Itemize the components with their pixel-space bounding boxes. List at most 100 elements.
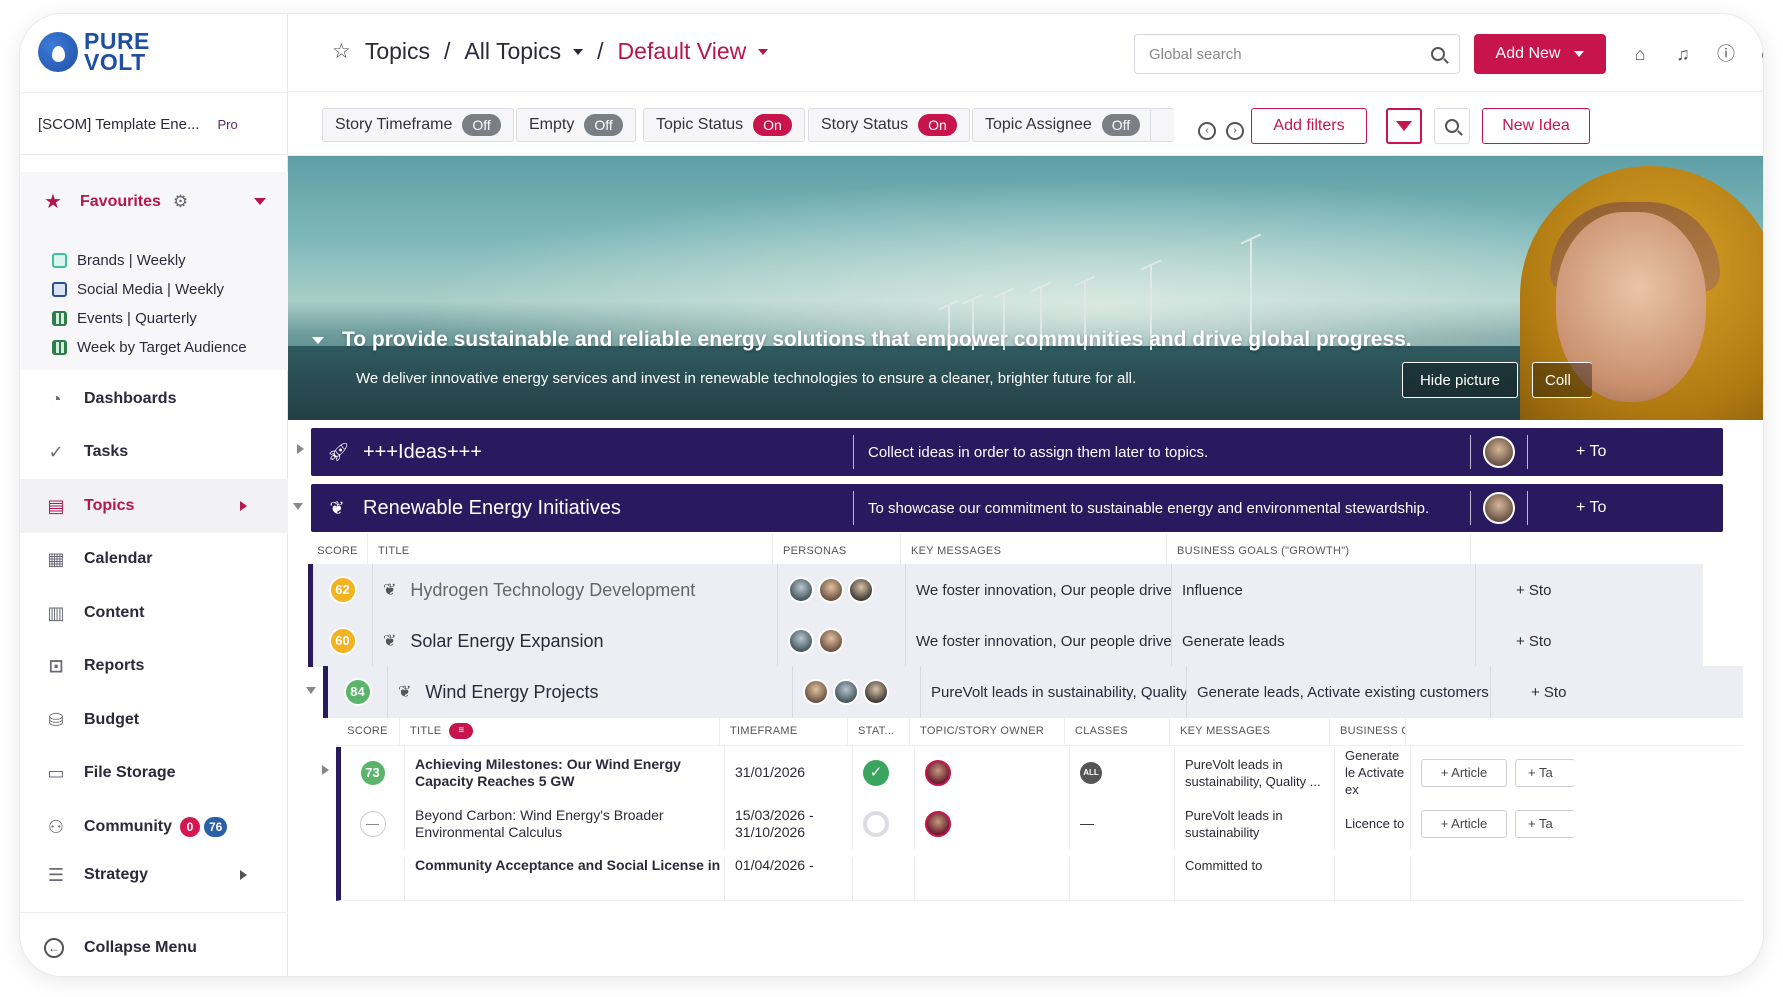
column-header-business-goals[interactable]: BUSINESS GOALS ("GROWTH") [1167, 534, 1471, 567]
filter-chip-story-timeframe[interactable]: Story Timeframe Off [322, 108, 514, 142]
arrow-right-circle-icon[interactable]: › [1226, 122, 1244, 140]
star-outline-icon[interactable]: ☆ [332, 39, 351, 64]
collapse-menu-button[interactable]: ← Collapse Menu [44, 938, 197, 958]
breadcrumb-default-view[interactable]: Default View [618, 38, 747, 65]
avatar[interactable] [818, 577, 844, 603]
toggle-on[interactable]: On [918, 114, 957, 136]
new-idea-button[interactable]: New Idea [1482, 108, 1590, 144]
filter-chip-topic-assignee[interactable]: Topic Assignee Off [972, 108, 1154, 142]
purevolt-logo[interactable]: PURE VOLT [38, 30, 150, 74]
collapse-all-button[interactable]: Coll [1532, 362, 1592, 398]
nav-item-content[interactable]: ▥ Content [20, 586, 288, 640]
gear-icon[interactable]: ⚙ [173, 192, 188, 212]
avatar[interactable] [1483, 436, 1515, 468]
workspace-switcher[interactable]: [SCOM] Template Ene... Pro [38, 116, 278, 133]
filter-chip-topic-status[interactable]: Topic Status On [643, 108, 805, 142]
avatar[interactable] [833, 679, 859, 705]
status-empty-icon[interactable] [863, 810, 889, 837]
nav-item-strategy[interactable]: ☰ Strategy [20, 854, 288, 896]
chevron-right-icon[interactable] [297, 444, 304, 454]
filter-chip-overflow[interactable] [1150, 108, 1174, 142]
topic-row[interactable]: 62 ❦ Hydrogen Technology Development We f… [308, 564, 1703, 616]
story-row[interactable]: Community Acceptance and Social License … [336, 849, 1743, 901]
column-header-business-goals[interactable]: BUSINESS G [1330, 716, 1406, 745]
avatar[interactable] [818, 628, 844, 654]
story-title[interactable]: Beyond Carbon: Wind Energy's Broader Env… [405, 798, 725, 849]
add-story-button[interactable]: + Sto [1476, 564, 1556, 616]
add-story-button[interactable]: + Sto [1491, 666, 1571, 718]
breadcrumb-all-topics[interactable]: All Topics [464, 38, 561, 65]
add-topic-button[interactable]: + To [1576, 443, 1606, 461]
column-header-timeframe[interactable]: TIMEFRAME [720, 716, 848, 745]
info-icon[interactable]: ⓘ [1716, 44, 1736, 64]
chevron-down-icon[interactable] [293, 503, 303, 510]
arrow-left-circle-icon[interactable]: ‹ [1198, 122, 1216, 140]
search-button[interactable] [1434, 108, 1470, 144]
user-icon[interactable]: ◎ [1759, 44, 1763, 64]
column-header-personas[interactable]: PERSONAS [773, 534, 901, 567]
add-topic-button[interactable]: + To [1576, 499, 1606, 517]
favourite-item-brands[interactable]: Brands | Weekly [52, 246, 247, 275]
sort-icon[interactable]: ≡ [449, 722, 474, 739]
nav-item-dashboards[interactable]: ◔ Dashboards [20, 372, 288, 426]
chevron-down-icon[interactable] [254, 198, 266, 205]
avatar[interactable] [788, 577, 814, 603]
avatar[interactable] [1483, 492, 1515, 524]
favourite-item-social-media[interactable]: Social Media | Weekly [52, 275, 247, 304]
breadcrumb-topics[interactable]: Topics [365, 38, 430, 65]
add-task-button[interactable]: + Ta [1515, 809, 1575, 838]
filter-chip-story-status[interactable]: Story Status On [808, 108, 970, 142]
add-new-button[interactable]: Add New [1474, 34, 1606, 74]
topic-row[interactable]: 60 ❦ Solar Energy Expansion We foster inn… [308, 615, 1703, 667]
story-title[interactable]: Achieving Milestones: Our Wind Energy Ca… [405, 747, 725, 798]
chevron-down-icon[interactable] [758, 48, 769, 55]
nav-item-budget[interactable]: ⛁ Budget [20, 693, 288, 747]
toggle-off[interactable]: Off [584, 114, 623, 136]
story-title[interactable]: Community Acceptance and Social License … [405, 857, 725, 900]
toggle-on[interactable]: On [753, 114, 792, 136]
favourite-item-events[interactable]: Events | Quarterly [52, 304, 247, 333]
column-header-score[interactable]: SCORE [336, 716, 400, 745]
add-article-button[interactable]: + Article [1421, 758, 1507, 787]
avatar[interactable] [863, 679, 889, 705]
category-ideas[interactable]: 🚀︎ +++Ideas+++ Collect ideas in order to… [311, 428, 1723, 476]
chevron-down-icon[interactable] [573, 48, 584, 55]
avatar[interactable] [925, 810, 951, 837]
column-header-score[interactable]: SCORE [308, 534, 368, 567]
topic-title[interactable]: Wind Energy Projects [425, 682, 598, 703]
nav-item-calendar[interactable]: ▦ Calendar [20, 533, 288, 587]
column-header-status[interactable]: STAT... [848, 716, 910, 745]
story-row[interactable]: — Beyond Carbon: Wind Energy's Broader E… [336, 798, 1743, 850]
hide-picture-button[interactable]: Hide picture [1402, 362, 1518, 398]
topic-title[interactable]: Hydrogen Technology Development [410, 580, 695, 601]
nav-item-tasks[interactable]: ✓ Tasks [20, 426, 288, 480]
filter-chip-empty[interactable]: Empty Off [516, 108, 636, 142]
gift-icon[interactable]: ⌂ [1630, 44, 1650, 64]
avatar[interactable] [925, 759, 951, 786]
column-header-key-messages[interactable]: KEY MESSAGES [901, 534, 1167, 567]
chevron-down-icon[interactable] [312, 336, 324, 344]
column-header-classes[interactable]: CLASSES [1065, 716, 1170, 745]
topic-row[interactable]: 84 ❦ Wind Energy Projects PureVolt leads … [323, 666, 1743, 718]
nav-item-file-storage[interactable]: ▭ File Storage [20, 747, 288, 801]
chevron-right-icon[interactable] [322, 765, 329, 775]
nav-item-reports[interactable]: ⊡ Reports [20, 640, 288, 694]
column-header-key-messages[interactable]: KEY MESSAGES [1170, 716, 1330, 745]
topic-title[interactable]: Solar Energy Expansion [410, 631, 603, 652]
add-filters-button[interactable]: Add filters [1251, 108, 1367, 144]
global-search-input[interactable]: Global search [1134, 34, 1460, 74]
bell-icon[interactable]: ♫ [1673, 44, 1693, 64]
category-renewable-energy[interactable]: ❦ Renewable Energy Initiatives To showca… [311, 484, 1723, 532]
avatar[interactable] [848, 577, 874, 603]
toggle-off[interactable]: Off [462, 114, 501, 136]
check-circle-icon[interactable]: ✓ [863, 759, 889, 786]
nav-item-topics[interactable]: ▤ Topics [20, 479, 288, 533]
add-story-button[interactable]: + Sto [1476, 615, 1556, 667]
column-header-title[interactable]: TITLE [368, 534, 773, 567]
toggle-off[interactable]: Off [1101, 114, 1141, 136]
chevron-down-icon[interactable] [306, 687, 316, 694]
add-article-button[interactable]: + Article [1421, 809, 1507, 838]
hero-title[interactable]: To provide sustainable and reliable ener… [312, 328, 1412, 352]
story-row[interactable]: 73 Achieving Milestones: Our Wind Energy… [336, 747, 1743, 799]
favourites-header[interactable]: ★ Favourites ⚙ [44, 192, 274, 212]
